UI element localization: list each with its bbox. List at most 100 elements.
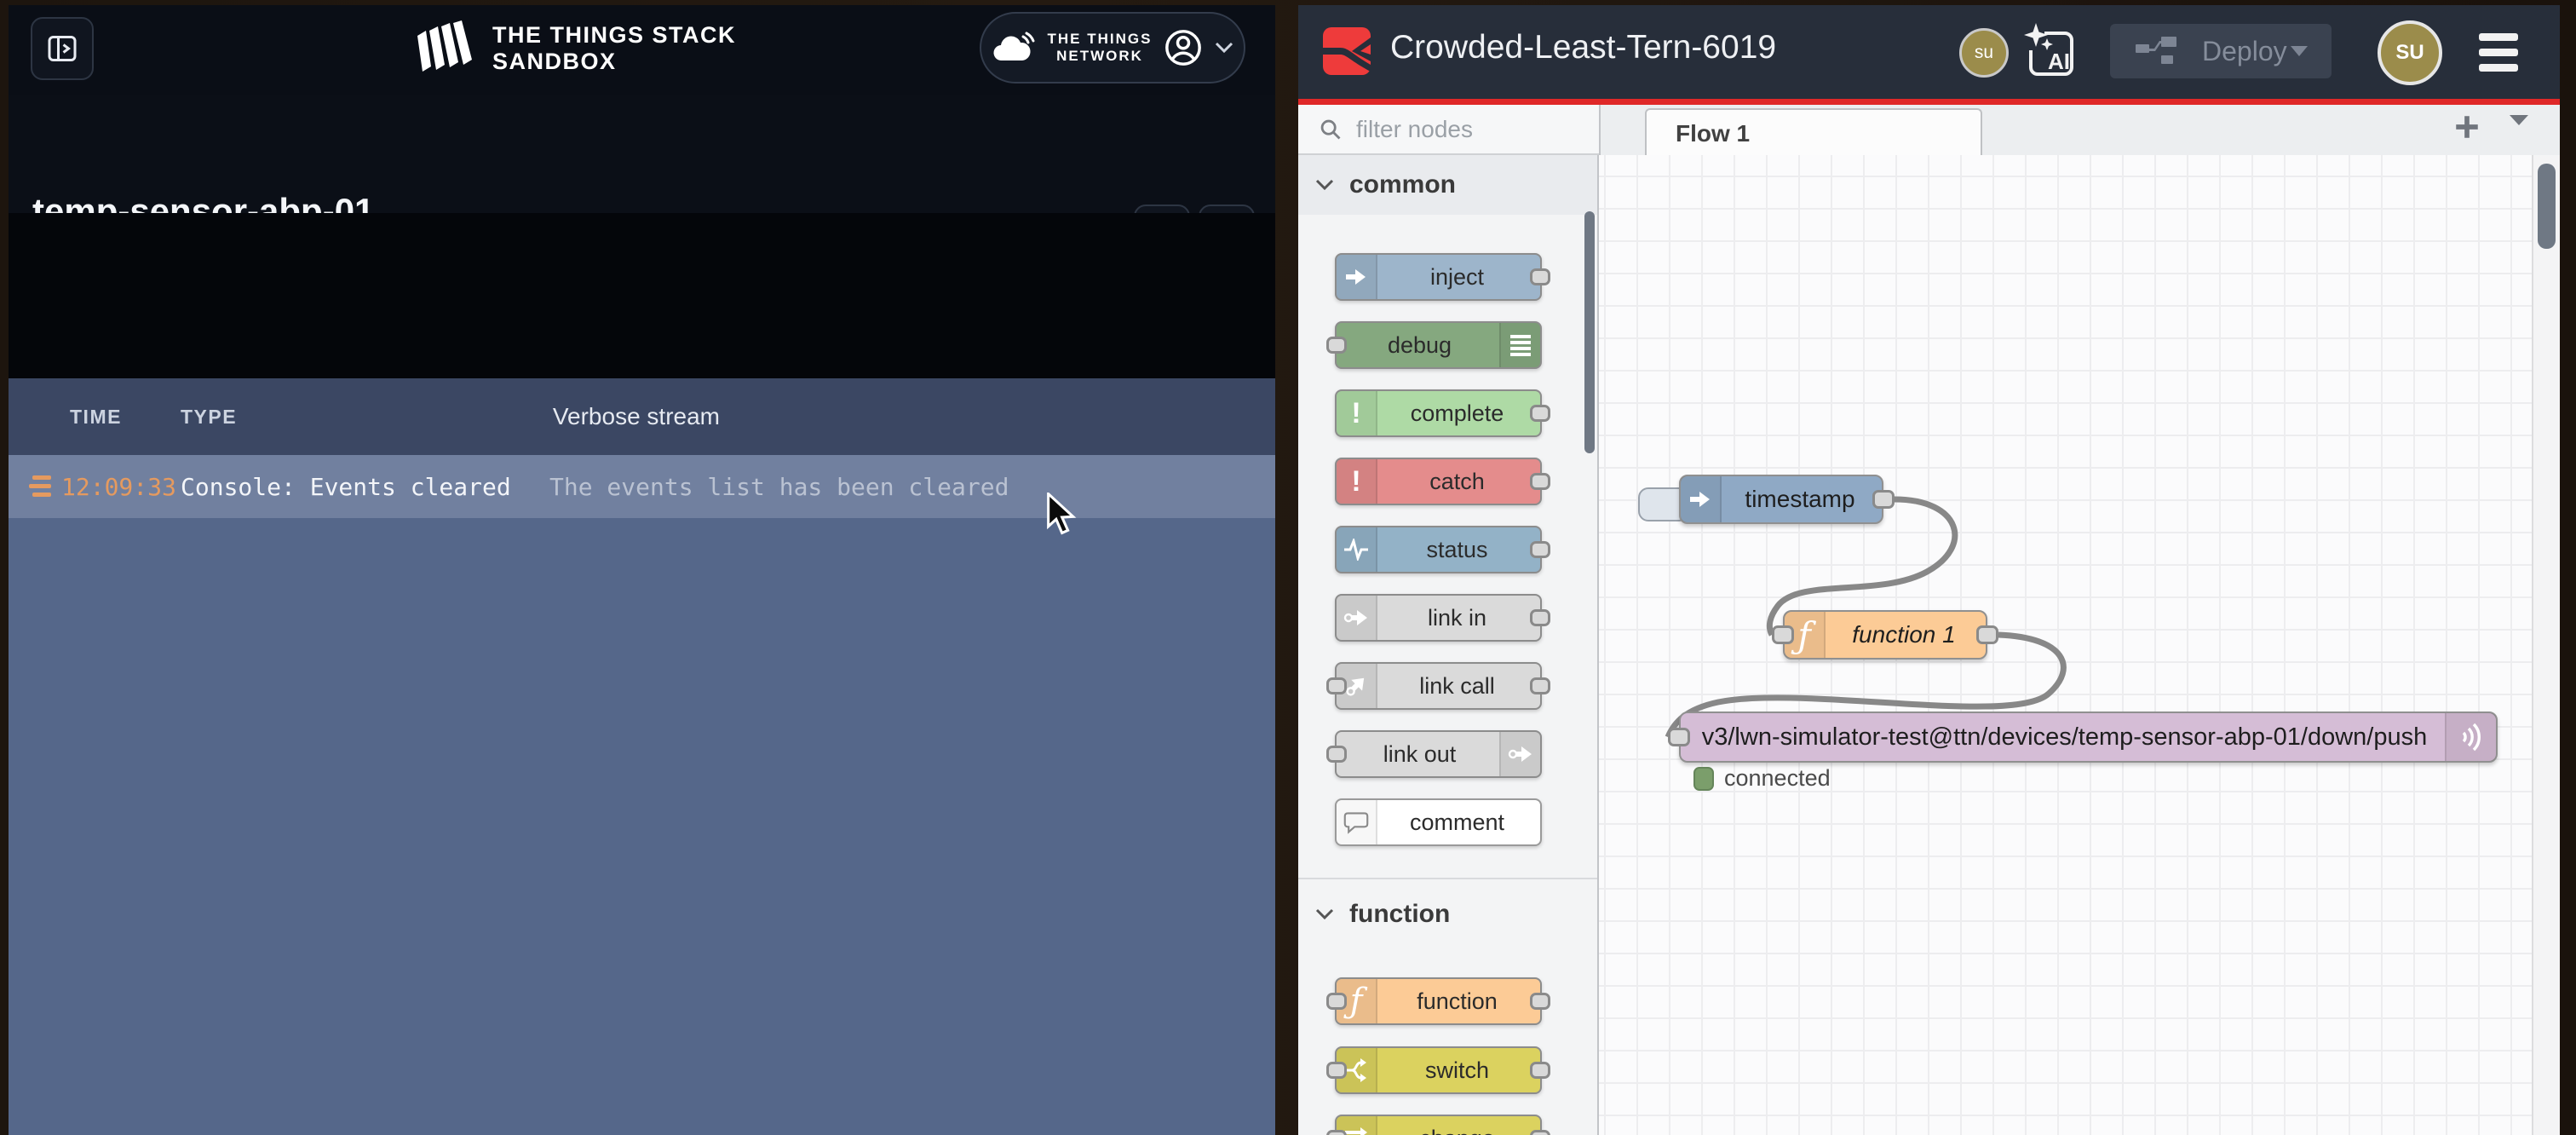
input-port[interactable] [1772,625,1794,644]
nodered-window: Crowded-Least-Tern-6019 su AI Deploy SU [1298,5,2560,1135]
add-flow-button[interactable] [2447,112,2487,145]
nodered-header: Crowded-Least-Tern-6019 su AI Deploy SU [1298,5,2560,99]
inject-icon [1337,255,1377,299]
input-port[interactable] [1326,993,1347,1010]
ttn-window: THE THINGS STACK SANDBOX THE THINGS NETW… [9,5,1275,1135]
flow-node-timestamp[interactable]: timestamp [1679,475,1883,524]
user-avatar[interactable]: SU [2378,20,2442,85]
output-port[interactable] [1976,625,1998,644]
comment-icon [1337,800,1377,844]
chevron-down-icon [1215,42,1233,54]
status-dot [1693,767,1714,791]
account-line-1: THE THINGS [1048,31,1153,48]
input-port[interactable] [1326,1130,1347,1135]
verbose-stream-label: Verbose stream [553,403,720,430]
palette-node-link-out[interactable]: link out [1335,730,1542,778]
flow-tab-label: Flow 1 [1676,120,1750,147]
live-data-table-header: TIME TYPE Verbose stream Export as JSON … [9,378,1275,455]
events-cleared-icon [29,474,55,499]
canvas-scrollbar-thumb[interactable] [2538,164,2556,249]
flow-node-mqtt-out[interactable]: v3/lwn-simulator-test@ttn/devices/temp-s… [1679,712,2498,763]
palette-node-debug[interactable]: debug [1335,321,1542,369]
link-in-icon [1337,596,1377,640]
output-port[interactable] [1530,1062,1550,1079]
svg-text:AI: AI [2048,49,2070,74]
desktop: THE THINGS STACK SANDBOX THE THINGS NETW… [0,0,2576,1135]
output-port[interactable] [1530,268,1550,285]
status-label: connected [1724,765,1831,792]
deploy-label: Deploy [2202,36,2287,67]
column-type: TYPE [181,406,237,429]
sidebar-toggle-button[interactable] [31,17,94,80]
section-divider [1298,878,1597,879]
input-port[interactable] [1326,1062,1347,1079]
palette-node-change[interactable]: change [1335,1115,1542,1135]
flow-node-function-1[interactable]: ƒ function 1 [1783,610,1987,660]
palette-node-inject[interactable]: inject [1335,253,1542,301]
output-port[interactable] [1530,405,1550,422]
brand-line-1: THE THINGS STACK [492,22,736,49]
chevron-down-icon [1315,908,1334,920]
canvas-scrollbar-track[interactable] [2532,155,2560,1135]
output-port[interactable] [1530,1130,1550,1135]
device-title-section: temp-sensor-abp-01 Add label ID: temp-se… [9,95,1275,213]
complete-icon: ! [1337,391,1377,435]
output-port[interactable] [1530,677,1550,694]
brand-line-2: SANDBOX [492,49,736,75]
mini-user-badge[interactable]: su [1959,28,2009,78]
deploy-caret-icon[interactable] [2289,44,2309,58]
flow-list-button[interactable] [2502,112,2536,131]
node-palette: common inject debug ! complete ! catch [1298,155,1599,1135]
search-icon [1319,118,1343,141]
mqtt-topic-label: v3/lwn-simulator-test@ttn/devices/temp-s… [1702,723,2475,752]
inject-icon [1681,476,1722,522]
input-port[interactable] [1326,677,1347,694]
debug-icon [1499,323,1540,367]
palette-node-comment[interactable]: comment [1335,798,1542,846]
input-port[interactable] [1326,337,1347,354]
palette-section-function[interactable]: function [1298,884,1597,944]
ttn-brand: THE THINGS STACK SANDBOX [411,20,736,77]
flow-wires [1599,155,2532,1135]
palette-node-status[interactable]: status [1335,526,1542,573]
palette-node-switch[interactable]: switch [1335,1046,1542,1094]
flowfuse-logo-icon [1323,27,1371,75]
palette-node-link-in[interactable]: link in [1335,594,1542,642]
input-port[interactable] [1326,746,1347,763]
palette-node-link-call[interactable]: link call [1335,662,1542,710]
event-row[interactable]: 12:09:33 Console: Events cleared The eve… [9,455,1275,520]
device-status-section: Last activity 8 seconds ago Device overv… [9,213,1275,378]
account-line-2: NETWORK [1048,48,1153,65]
main-menu-button[interactable] [2474,32,2523,72]
ai-sparkle-icon: AI [2021,23,2080,83]
palette-node-catch[interactable]: ! catch [1335,458,1542,505]
palette-scrollbar[interactable] [1584,211,1595,453]
ai-assistant-button[interactable]: AI [2015,22,2075,82]
flow-canvas[interactable]: timestamp ƒ function 1 v3/lwn-simulator-… [1599,155,2532,1135]
flow-tab-bar: Flow 1 [1599,105,2560,157]
avatar-icon [1164,28,1203,67]
instance-title: Crowded-Least-Tern-6019 [1390,29,1776,66]
mqtt-status: connected [1693,765,1831,792]
output-port[interactable] [1872,490,1895,509]
palette-section-common[interactable]: common [1298,155,1597,215]
output-port[interactable] [1530,473,1550,490]
caret-down-icon [2507,112,2531,128]
palette-node-complete[interactable]: ! complete [1335,389,1542,437]
palette-search[interactable] [1298,105,1599,155]
column-time: TIME [70,406,122,429]
output-port[interactable] [1530,993,1550,1010]
flow-tab[interactable]: Flow 1 [1645,108,1982,157]
filter-nodes-input[interactable] [1354,115,1562,144]
output-port[interactable] [1530,609,1550,626]
palette-node-function[interactable]: ƒ function [1335,977,1542,1025]
input-port[interactable] [1668,728,1690,746]
deploy-button[interactable]: Deploy [2110,24,2332,78]
cloud-network-icon [992,32,1036,64]
things-stack-logo-icon [411,20,479,77]
event-time: 12:09:33 [61,473,176,501]
deploy-icon [2136,37,2180,66]
account-menu-button[interactable]: THE THINGS NETWORK [980,12,1245,84]
output-port[interactable] [1530,541,1550,558]
ttn-header: THE THINGS STACK SANDBOX THE THINGS NETW… [9,5,1275,97]
